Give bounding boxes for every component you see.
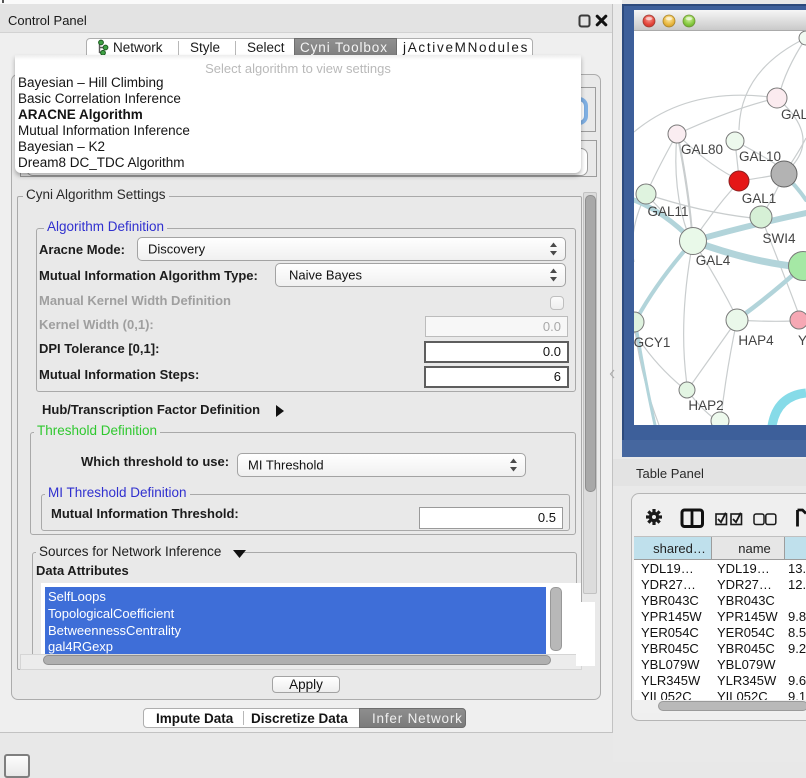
svg-text:GAL2: GAL2 bbox=[781, 107, 806, 122]
svg-text:GAL80: GAL80 bbox=[681, 142, 723, 157]
svg-text:HAP2: HAP2 bbox=[688, 398, 723, 413]
svg-text:GAL11: GAL11 bbox=[647, 204, 688, 219]
svg-text:HAP4: HAP4 bbox=[738, 333, 774, 348]
svg-text:GCY1: GCY1 bbox=[634, 335, 671, 350]
svg-text:Y: Y bbox=[798, 333, 806, 348]
svg-text:GAL1: GAL1 bbox=[742, 191, 777, 206]
svg-text:SWI4: SWI4 bbox=[762, 231, 795, 246]
svg-text:GAL4: GAL4 bbox=[696, 253, 731, 268]
svg-text:GAL10: GAL10 bbox=[739, 149, 781, 164]
